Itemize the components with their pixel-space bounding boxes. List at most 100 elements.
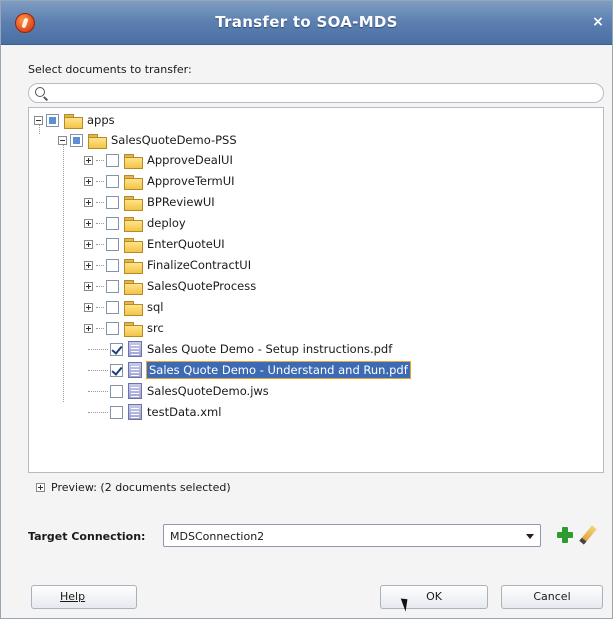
expand-toggle[interactable] bbox=[84, 176, 93, 186]
tree-connector bbox=[88, 348, 108, 350]
folder-icon bbox=[124, 321, 143, 337]
help-button[interactable]: Help bbox=[31, 585, 137, 609]
checkbox[interactable] bbox=[70, 133, 83, 147]
tree-node-folder[interactable]: ApproveTermUI bbox=[84, 171, 235, 191]
folder-icon bbox=[124, 237, 143, 253]
expand-toggle[interactable] bbox=[84, 281, 93, 291]
folder-icon bbox=[124, 300, 143, 316]
checkbox[interactable] bbox=[106, 237, 119, 251]
tree-node-apps[interactable]: apps bbox=[34, 110, 115, 130]
tree-node-project[interactable]: SalesQuoteDemo-PSS bbox=[58, 130, 237, 150]
checkbox[interactable] bbox=[110, 405, 123, 419]
target-connection-select[interactable]: MDSConnection2 bbox=[163, 524, 541, 547]
tree-node-file[interactable]: SalesQuoteDemo.jws bbox=[88, 381, 269, 401]
expand-toggle[interactable] bbox=[84, 155, 93, 165]
checkbox[interactable] bbox=[106, 153, 119, 167]
tree-connector bbox=[96, 222, 104, 224]
folder-icon bbox=[124, 258, 143, 274]
selected-connection: MDSConnection2 bbox=[170, 530, 265, 543]
tree-connector bbox=[63, 142, 64, 402]
node-label: testData.xml bbox=[147, 405, 222, 419]
node-label: apps bbox=[87, 113, 115, 127]
select-prompt: Select documents to transfer: bbox=[28, 63, 192, 76]
tree-node-file-selected[interactable]: Sales Quote Demo - Understand and Run.pd… bbox=[88, 360, 411, 380]
checkbox[interactable] bbox=[106, 300, 119, 314]
close-icon[interactable]: × bbox=[590, 14, 606, 30]
node-label: Sales Quote Demo - Setup instructions.pd… bbox=[147, 342, 393, 356]
checkbox[interactable] bbox=[106, 216, 119, 230]
add-icon[interactable] bbox=[557, 527, 573, 543]
checkbox[interactable] bbox=[110, 384, 123, 398]
tree-connector bbox=[96, 264, 104, 266]
checkbox[interactable] bbox=[106, 321, 119, 335]
folder-icon bbox=[88, 133, 107, 149]
checkbox[interactable] bbox=[106, 174, 119, 188]
transfer-dialog: Transfer to SOA-MDS × Select documents t… bbox=[0, 0, 613, 619]
edit-icon[interactable] bbox=[579, 525, 597, 545]
tree-connector bbox=[88, 390, 108, 392]
search-icon bbox=[35, 87, 45, 97]
help-label: Help bbox=[60, 590, 86, 603]
tree-connector bbox=[88, 411, 108, 413]
folder-icon bbox=[64, 113, 83, 129]
document-icon bbox=[128, 341, 142, 357]
expand-toggle[interactable] bbox=[84, 218, 93, 228]
document-icon bbox=[128, 404, 142, 420]
tree-node-folder[interactable]: sql bbox=[84, 297, 164, 317]
folder-icon bbox=[124, 153, 143, 169]
folder-icon bbox=[124, 174, 143, 190]
tree-node-file[interactable]: Sales Quote Demo - Setup instructions.pd… bbox=[88, 339, 392, 359]
tree-connector bbox=[96, 285, 104, 287]
document-icon bbox=[128, 362, 142, 378]
tree-node-folder[interactable]: FinalizeContractUI bbox=[84, 255, 251, 275]
tree-connector bbox=[96, 306, 104, 308]
tree-node-folder[interactable]: BPReviewUI bbox=[84, 192, 215, 212]
folder-icon bbox=[124, 216, 143, 232]
checkbox[interactable] bbox=[106, 258, 119, 272]
tree-node-folder[interactable]: deploy bbox=[84, 213, 186, 233]
collapse-toggle[interactable] bbox=[58, 135, 67, 145]
expand-toggle[interactable] bbox=[36, 483, 45, 492]
preview-toggle[interactable]: Preview: (2 documents selected) bbox=[36, 481, 231, 494]
document-icon bbox=[128, 383, 142, 399]
node-label: deploy bbox=[147, 216, 186, 230]
title-bar[interactable]: Transfer to SOA-MDS × bbox=[1, 1, 612, 45]
expand-toggle[interactable] bbox=[84, 239, 93, 249]
node-label: src bbox=[147, 321, 164, 335]
tree-node-folder[interactable]: EnterQuoteUI bbox=[84, 234, 225, 254]
node-label: SalesQuoteDemo-PSS bbox=[111, 133, 237, 147]
tree-node-folder[interactable]: ApproveDealUI bbox=[84, 150, 233, 170]
target-connection-label: Target Connection: bbox=[28, 530, 146, 543]
node-label: FinalizeContractUI bbox=[147, 258, 252, 272]
checkbox[interactable] bbox=[46, 113, 59, 127]
tree-connector bbox=[96, 327, 104, 329]
node-label: SalesQuoteProcess bbox=[147, 279, 257, 293]
checkbox[interactable] bbox=[110, 342, 123, 356]
chevron-down-icon[interactable] bbox=[526, 534, 534, 539]
search-input[interactable] bbox=[28, 83, 604, 103]
node-label: ApproveTermUI bbox=[147, 174, 235, 188]
tree-node-folder[interactable]: SalesQuoteProcess bbox=[84, 276, 256, 296]
checkbox[interactable] bbox=[106, 195, 119, 209]
preview-label: Preview: (2 documents selected) bbox=[51, 481, 231, 494]
expand-toggle[interactable] bbox=[84, 260, 93, 270]
tree-connector bbox=[96, 201, 104, 203]
expand-toggle[interactable] bbox=[84, 302, 93, 312]
checkbox[interactable] bbox=[110, 363, 123, 377]
tree-connector bbox=[96, 159, 104, 161]
tree-connector bbox=[96, 180, 104, 182]
tree-node-folder[interactable]: src bbox=[84, 318, 164, 338]
collapse-toggle[interactable] bbox=[34, 115, 43, 125]
node-label: sql bbox=[147, 300, 164, 314]
tree-node-file[interactable]: testData.xml bbox=[88, 402, 221, 422]
window-title: Transfer to SOA-MDS bbox=[215, 13, 398, 31]
node-label: Sales Quote Demo - Understand and Run.pd… bbox=[146, 361, 411, 379]
node-label: BPReviewUI bbox=[147, 195, 215, 209]
document-tree[interactable]: apps SalesQuoteDemo-PSS ApproveDealUI Ap… bbox=[28, 107, 604, 473]
ok-button[interactable]: OK bbox=[380, 585, 488, 609]
expand-toggle[interactable] bbox=[84, 197, 93, 207]
checkbox[interactable] bbox=[106, 279, 119, 293]
cancel-button[interactable]: Cancel bbox=[501, 585, 603, 609]
node-label: ApproveDealUI bbox=[147, 153, 233, 167]
expand-toggle[interactable] bbox=[84, 323, 93, 333]
